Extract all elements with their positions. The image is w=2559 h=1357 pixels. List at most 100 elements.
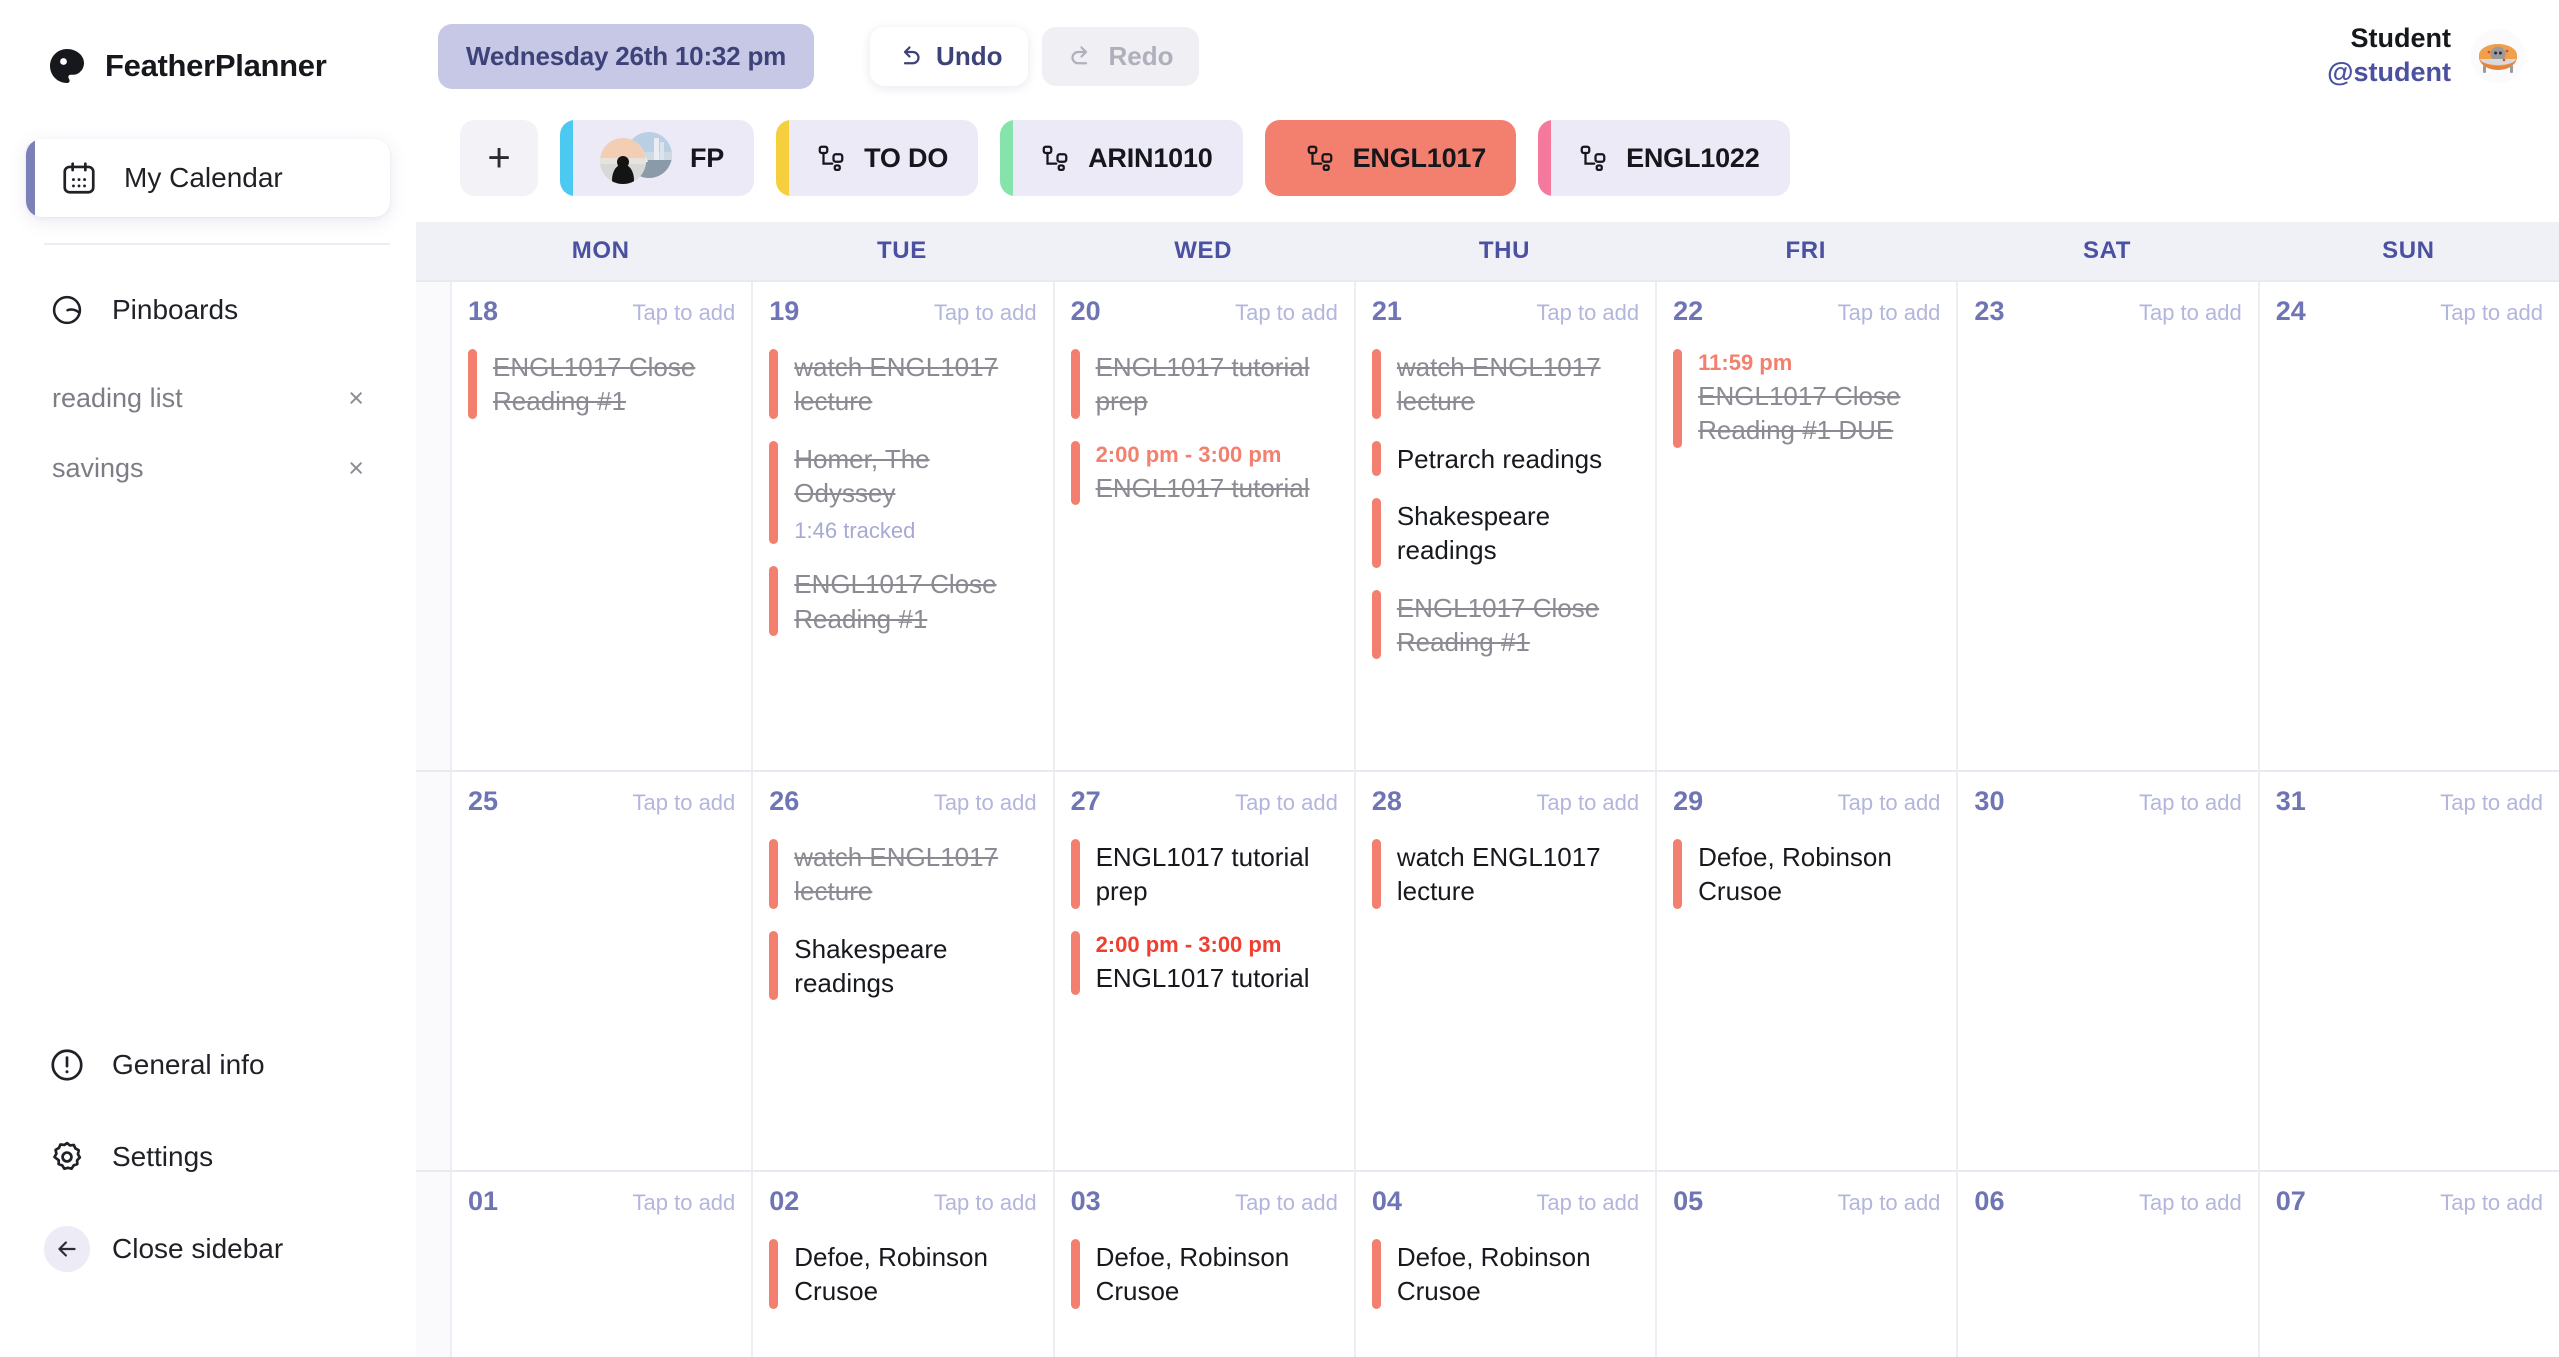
- calendar-day-cell[interactable]: 05 Tap to add: [1655, 1172, 1957, 1357]
- sidebar-item-general-info[interactable]: General info: [0, 1019, 416, 1111]
- tab-label: ENGL1017: [1352, 142, 1487, 173]
- tap-to-add-label[interactable]: Tap to add: [934, 300, 1037, 326]
- tap-to-add-label[interactable]: Tap to add: [633, 300, 736, 326]
- category-icon: [1578, 143, 1608, 173]
- calendar-day-cell[interactable]: 18 Tap to add ENGL1017 Close Reading #1: [450, 282, 752, 770]
- calendar-day-cell[interactable]: 31 Tap to add: [2257, 772, 2559, 1170]
- tap-to-add-label[interactable]: Tap to add: [934, 1190, 1037, 1216]
- user-profile[interactable]: Student @student: [2327, 22, 2525, 90]
- calendar-event[interactable]: Defoe, Robinson Crusoe: [769, 1239, 1036, 1309]
- tap-to-add-label[interactable]: Tap to add: [1235, 1190, 1338, 1216]
- sidebar-item-close-sidebar[interactable]: Close sidebar: [0, 1203, 416, 1295]
- tap-to-add-label[interactable]: Tap to add: [633, 790, 736, 816]
- calendar-event[interactable]: Shakespeare readings: [769, 930, 1036, 1001]
- calendar-event[interactable]: ENGL1017 tutorial prep: [1070, 349, 1338, 419]
- week-gutter: [416, 772, 450, 1170]
- remove-pinboard-icon[interactable]: ×: [348, 454, 364, 482]
- calendar-event[interactable]: watch ENGL1017 lecture: [769, 839, 1036, 909]
- day-number: 23: [1974, 296, 2005, 326]
- calendar-event[interactable]: Defoe, Robinson Crusoe: [1070, 1239, 1338, 1309]
- tap-to-add-label[interactable]: Tap to add: [1838, 300, 1941, 326]
- calendar-event[interactable]: Defoe, Robinson Crusoe: [1673, 839, 1940, 909]
- sidebar-item-my-calendar[interactable]: My Calendar: [26, 139, 390, 217]
- tab-color-bar: [776, 120, 790, 196]
- list-item[interactable]: savings ×: [0, 433, 416, 503]
- calendar-event[interactable]: watch ENGL1017 lecture: [769, 349, 1036, 419]
- tap-to-add-label[interactable]: Tap to add: [2139, 1190, 2242, 1216]
- current-datetime[interactable]: Wednesday 26th 10:32 pm: [438, 23, 815, 89]
- tab-engl1022[interactable]: ENGL1022: [1538, 120, 1790, 196]
- tap-to-add-label[interactable]: Tap to add: [2139, 790, 2242, 816]
- calendar-event[interactable]: Defoe, Robinson Crusoe: [1371, 1239, 1639, 1309]
- calendar-event[interactable]: ENGL1017 Close Reading #1: [1371, 589, 1639, 660]
- tab-color-bar: [1538, 120, 1552, 196]
- event-body: ENGL1017 Close Reading #1: [493, 349, 735, 419]
- day-number: 01: [468, 1186, 499, 1216]
- calendar-event[interactable]: ENGL1017 tutorial prep: [1070, 839, 1338, 909]
- calendar-day-cell[interactable]: 24 Tap to add: [2257, 282, 2559, 770]
- tap-to-add-label[interactable]: Tap to add: [1235, 790, 1338, 816]
- calendar-event[interactable]: Petrarch readings: [1371, 440, 1639, 476]
- redo-arrow-icon: [1068, 43, 1095, 70]
- calendar-day-cell[interactable]: 20 Tap to add ENGL1017 tutorial prep 2:00 p…: [1052, 282, 1354, 770]
- tap-to-add-label[interactable]: Tap to add: [2440, 300, 2543, 326]
- calendar-event[interactable]: watch ENGL1017 lecture: [1371, 839, 1639, 909]
- calendar-day-cell[interactable]: 27 Tap to add ENGL1017 tutorial prep 2:00 p…: [1052, 772, 1354, 1170]
- calendar-day-cell[interactable]: 01 Tap to add: [450, 1172, 752, 1357]
- day-cell-header: 21 Tap to add: [1372, 296, 1639, 327]
- tap-to-add-label[interactable]: Tap to add: [1536, 300, 1639, 326]
- calendar-event[interactable]: 2:00 pm - 3:00 pm ENGL1017 tutorial: [1070, 440, 1338, 505]
- tab-fp[interactable]: FP: [560, 120, 755, 196]
- calendar-day-cell[interactable]: 06 Tap to add: [1956, 1172, 2258, 1357]
- tap-to-add-label[interactable]: Tap to add: [1235, 300, 1338, 326]
- tap-to-add-label[interactable]: Tap to add: [1536, 1190, 1639, 1216]
- avatar[interactable]: [2471, 29, 2525, 83]
- tap-to-add-label[interactable]: Tap to add: [1838, 790, 1941, 816]
- sidebar-item-pinboards[interactable]: Pinboards: [0, 245, 416, 333]
- calendar-day-cell[interactable]: 04 Tap to add Defoe, Robinson Crusoe: [1353, 1172, 1656, 1357]
- remove-pinboard-icon[interactable]: ×: [348, 384, 364, 412]
- undo-button[interactable]: Undo: [870, 26, 1029, 86]
- calendar-day-cell[interactable]: 21 Tap to add watch ENGL1017 lecture Petrar…: [1353, 282, 1656, 770]
- tab-engl1017[interactable]: ENGL1017: [1264, 120, 1517, 196]
- tap-to-add-label[interactable]: Tap to add: [2440, 1190, 2543, 1216]
- calendar-day-cell[interactable]: 23 Tap to add: [1956, 282, 2258, 770]
- calendar-event[interactable]: Shakespeare readings: [1371, 497, 1639, 568]
- calendar-event[interactable]: 2:00 pm - 3:00 pm ENGL1017 tutorial: [1070, 930, 1338, 995]
- calendar-day-cell[interactable]: 25 Tap to add: [450, 772, 752, 1170]
- calendar-event[interactable]: Homer, The Odyssey 1:46 tracked: [769, 440, 1036, 545]
- calendar-day-cell[interactable]: 28 Tap to add watch ENGL1017 lecture: [1353, 772, 1656, 1170]
- tap-to-add-label[interactable]: Tap to add: [934, 790, 1037, 816]
- calendar-day-cell[interactable]: 03 Tap to add Defoe, Robinson Crusoe: [1052, 1172, 1354, 1357]
- day-number: 27: [1070, 786, 1101, 816]
- calendar-day-cell[interactable]: 02 Tap to add Defoe, Robinson Crusoe: [751, 1172, 1053, 1357]
- sidebar-item-settings[interactable]: Settings: [0, 1111, 416, 1203]
- calendar-day-cell[interactable]: 30 Tap to add: [1956, 772, 2258, 1170]
- list-item[interactable]: reading list ×: [0, 363, 416, 433]
- tap-to-add-label[interactable]: Tap to add: [1536, 790, 1639, 816]
- calendar-day-cell[interactable]: 26 Tap to add watch ENGL1017 lecture Shakes…: [751, 772, 1053, 1170]
- calendar-event[interactable]: watch ENGL1017 lecture: [1371, 349, 1639, 419]
- day-header-sat: SAT: [2083, 237, 2132, 264]
- calendar-day-cell[interactable]: 22 Tap to add 11:59 pm ENGL1017 Close Readi…: [1655, 282, 1957, 770]
- tap-to-add-label[interactable]: Tap to add: [2139, 300, 2242, 326]
- tap-to-add-label[interactable]: Tap to add: [633, 1190, 736, 1216]
- calendar-day-cell[interactable]: 29 Tap to add Defoe, Robinson Crusoe: [1655, 772, 1957, 1170]
- calendar-event[interactable]: ENGL1017 Close Reading #1: [468, 349, 735, 419]
- tap-to-add-label[interactable]: Tap to add: [1838, 1190, 1941, 1216]
- tab-to-do[interactable]: TO DO: [776, 120, 979, 196]
- add-category-button[interactable]: +: [460, 120, 538, 196]
- pinboard-list: reading list × savings ×: [0, 363, 416, 503]
- day-cell-header: 18 Tap to add: [468, 296, 735, 327]
- calendar-event[interactable]: 11:59 pm ENGL1017 Close Reading #1 DUE: [1673, 349, 1940, 448]
- calendar-day-cell[interactable]: 19 Tap to add watch ENGL1017 lecture Homer,…: [751, 282, 1053, 770]
- redo-button[interactable]: Redo: [1042, 26, 1200, 86]
- tap-to-add-label[interactable]: Tap to add: [2440, 790, 2543, 816]
- tab-arin1010[interactable]: ARIN1010: [1000, 120, 1243, 196]
- calendar-day-cell[interactable]: 07 Tap to add: [2257, 1172, 2559, 1357]
- pinboard-icon: [44, 287, 90, 333]
- calendar-event[interactable]: ENGL1017 Close Reading #1: [769, 566, 1036, 636]
- event-time: 2:00 pm - 3:00 pm: [1095, 441, 1282, 467]
- event-title: Petrarch readings: [1396, 443, 1603, 474]
- event-body: Petrarch readings: [1397, 441, 1602, 476]
